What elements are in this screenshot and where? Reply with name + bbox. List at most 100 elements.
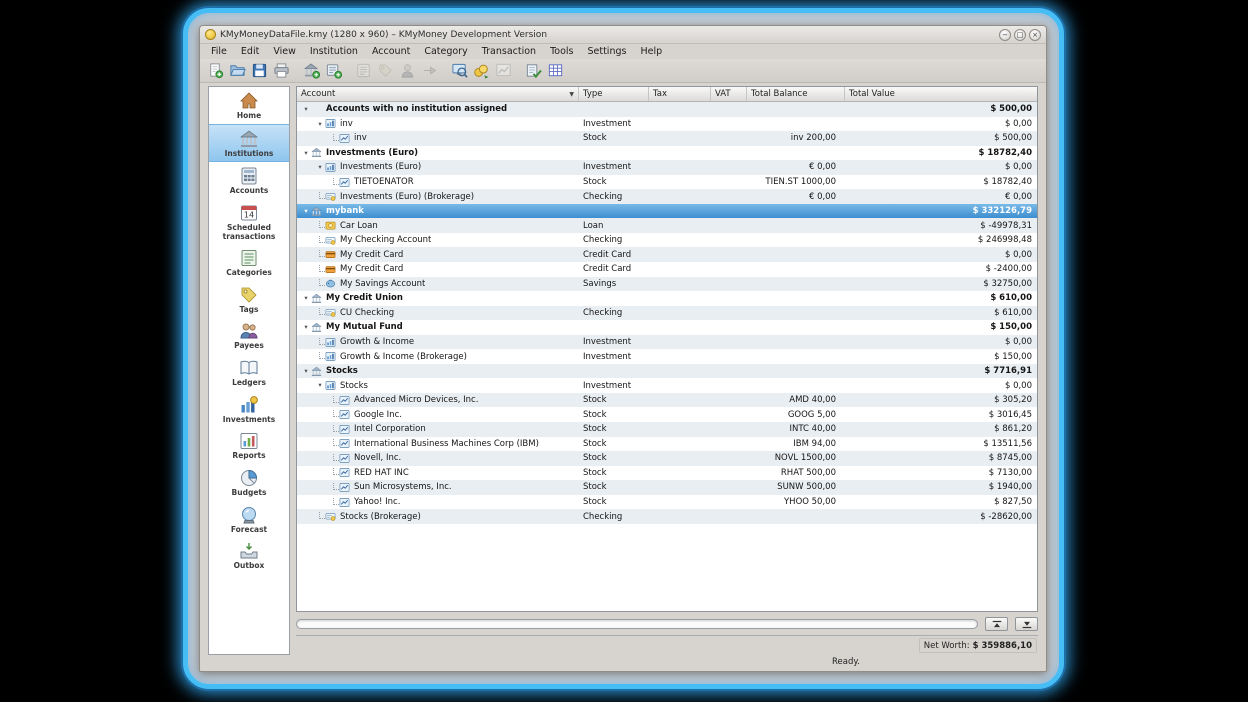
sidebar-item-reports[interactable]: Reports (209, 427, 289, 464)
column-header-type[interactable]: Type (579, 87, 649, 101)
new-file-button[interactable] (205, 61, 225, 81)
find-transaction-button[interactable] (449, 61, 469, 81)
expand-arrow-icon[interactable]: ▾ (301, 150, 311, 157)
table-row[interactable]: Novell, Inc.StockNOVL 1500,00$ 8745,00 (297, 451, 1037, 466)
consistency-check-button[interactable] (523, 61, 543, 81)
sidebar-item-categories[interactable]: Categories (209, 244, 289, 281)
cell-type: Stock (579, 439, 649, 449)
table-row[interactable]: ▾Accounts with no institution assigned$ … (297, 102, 1037, 117)
table-row[interactable]: invStockinv 200,00$ 500,00 (297, 131, 1037, 146)
sidebar-item-home[interactable]: Home (209, 87, 289, 124)
table-row[interactable]: Sun Microsystems, Inc.StockSUNW 500,00$ … (297, 480, 1037, 495)
print-button[interactable] (271, 61, 291, 81)
sidebar-item-outbox[interactable]: Outbox (209, 537, 289, 574)
new-institution-button[interactable] (301, 61, 321, 81)
table-body[interactable]: ▾Accounts with no institution assigned$ … (297, 102, 1037, 611)
expand-arrow-icon[interactable]: ▾ (301, 324, 311, 331)
table-row[interactable]: Investments (Euro) (Brokerage)Checking€ … (297, 189, 1037, 204)
column-header-tax[interactable]: Tax (649, 87, 711, 101)
sidebar-item-ledgers[interactable]: Ledgers (209, 354, 289, 391)
cell-account: ▾Accounts with no institution assigned (297, 104, 579, 114)
table-row[interactable]: My Savings AccountSavings$ 32750,00 (297, 277, 1037, 292)
expand-arrow-icon[interactable]: ▾ (301, 106, 311, 113)
collapse-all-button[interactable] (985, 617, 1008, 631)
sidebar-item-forecast[interactable]: Forecast (209, 501, 289, 538)
close-button[interactable]: × (1029, 29, 1041, 41)
table-row[interactable]: ▾Investments (Euro)Investment€ 0,00$ 0,0… (297, 160, 1037, 175)
cell-type: Credit Card (579, 264, 649, 274)
sidebar-item-payees[interactable]: Payees (209, 317, 289, 354)
progress-bar (296, 619, 978, 629)
table-row[interactable]: TIETOENATORStockTIEN.ST 1000,00$ 18782,4… (297, 175, 1037, 190)
minimize-button[interactable]: − (999, 29, 1011, 41)
account-name: inv (340, 119, 353, 129)
table-row[interactable]: My Checking AccountChecking$ 246998,48 (297, 233, 1037, 248)
stock-icon (339, 409, 351, 420)
table-row[interactable]: ▾invInvestment$ 0,00 (297, 117, 1037, 132)
column-header-total-balance[interactable]: Total Balance (747, 87, 845, 101)
maximize-button[interactable]: □ (1014, 29, 1026, 41)
table-row[interactable]: My Credit CardCredit Card$ -2400,00 (297, 262, 1037, 277)
expand-arrow-icon[interactable]: ▾ (315, 382, 325, 389)
menu-item-transaction[interactable]: Transaction (475, 45, 543, 58)
expand-arrow-icon[interactable]: ▾ (301, 295, 311, 302)
column-header-total-value[interactable]: Total Value (845, 87, 1037, 101)
table-row[interactable]: ▾StocksInvestment$ 0,00 (297, 378, 1037, 393)
menu-item-account[interactable]: Account (365, 45, 417, 58)
sidebar-item-investments[interactable]: Investments (209, 391, 289, 428)
institution-icon (311, 293, 323, 304)
expand-arrow-icon[interactable]: ▾ (301, 208, 311, 215)
column-header-account[interactable]: Account▼ (297, 87, 579, 101)
sidebar-item-scheduled-transactions[interactable]: 14Scheduled transactions (209, 199, 289, 244)
table-row[interactable]: International Business Machines Corp (IB… (297, 437, 1037, 452)
transaction-detail-button[interactable] (545, 61, 565, 81)
sidebar-item-accounts[interactable]: Accounts (209, 162, 289, 199)
table-row[interactable]: My Credit CardCredit Card$ 0,00 (297, 247, 1037, 262)
column-header-vat[interactable]: VAT (711, 87, 747, 101)
menu-item-category[interactable]: Category (417, 45, 474, 58)
institution-icon (311, 206, 323, 217)
table-row[interactable]: Car LoanLoan$ -49978,31 (297, 218, 1037, 233)
menu-item-view[interactable]: View (266, 45, 303, 58)
menu-item-help[interactable]: Help (633, 45, 669, 58)
expand-arrow-icon[interactable]: ▾ (315, 164, 325, 171)
view-footer (296, 612, 1038, 635)
table-row[interactable]: Google Inc.StockGOOG 5,00$ 3016,45 (297, 407, 1037, 422)
sidebar-item-budgets[interactable]: Budgets (209, 464, 289, 501)
table-row[interactable]: Yahoo! Inc.StockYHOO 50,00$ 827,50 (297, 495, 1037, 510)
sidebar-item-tags[interactable]: Tags (209, 281, 289, 318)
table-row[interactable]: RED HAT INCStockRHAT 500,00$ 7130,00 (297, 466, 1037, 481)
update-prices-button[interactable] (471, 61, 491, 81)
table-row[interactable]: ▾Investments (Euro)$ 18782,40 (297, 146, 1037, 161)
menu-item-institution[interactable]: Institution (303, 45, 365, 58)
new-account-button[interactable] (323, 61, 343, 81)
expand-arrow-icon[interactable]: ▾ (301, 368, 311, 375)
table-row[interactable]: Growth & Income (Brokerage)Investment$ 1… (297, 349, 1037, 364)
cell-type: Stock (579, 410, 649, 420)
menu-item-tools[interactable]: Tools (543, 45, 580, 58)
open-file-button[interactable] (227, 61, 247, 81)
accounts-icon (239, 166, 259, 186)
table-row-selected[interactable]: ▾mybank$ 332126,79 (297, 204, 1037, 219)
sidebar-item-institutions[interactable]: Institutions (209, 124, 289, 163)
table-row[interactable]: ▾Stocks$ 7716,91 (297, 364, 1037, 379)
table-row[interactable]: ▾My Credit Union$ 610,00 (297, 291, 1037, 306)
expand-arrow-icon[interactable]: ▾ (315, 121, 325, 128)
table-row[interactable]: Stocks (Brokerage)Checking$ -28620,00 (297, 509, 1037, 524)
account-name: Growth & Income (340, 337, 414, 347)
table-row[interactable]: CU CheckingChecking$ 610,00 (297, 306, 1037, 321)
home-icon (239, 91, 259, 111)
save-button[interactable] (249, 61, 269, 81)
table-row[interactable]: ▾My Mutual Fund$ 150,00 (297, 320, 1037, 335)
institution-icon (311, 322, 323, 333)
menu-item-settings[interactable]: Settings (580, 45, 633, 58)
menu-item-file[interactable]: File (204, 45, 234, 58)
expand-all-button[interactable] (1015, 617, 1038, 631)
menu-item-edit[interactable]: Edit (234, 45, 266, 58)
titlebar[interactable]: KMyMoneyDataFile.kmy (1280 x 960) – KMyM… (200, 26, 1046, 44)
table-row[interactable]: Intel CorporationStockINTC 40,00$ 861,20 (297, 422, 1037, 437)
table-row[interactable]: Growth & IncomeInvestment$ 0,00 (297, 335, 1037, 350)
account-name: Google Inc. (354, 410, 402, 420)
app-window: KMyMoneyDataFile.kmy (1280 x 960) – KMyM… (199, 25, 1047, 672)
table-row[interactable]: Advanced Micro Devices, Inc.StockAMD 40,… (297, 393, 1037, 408)
